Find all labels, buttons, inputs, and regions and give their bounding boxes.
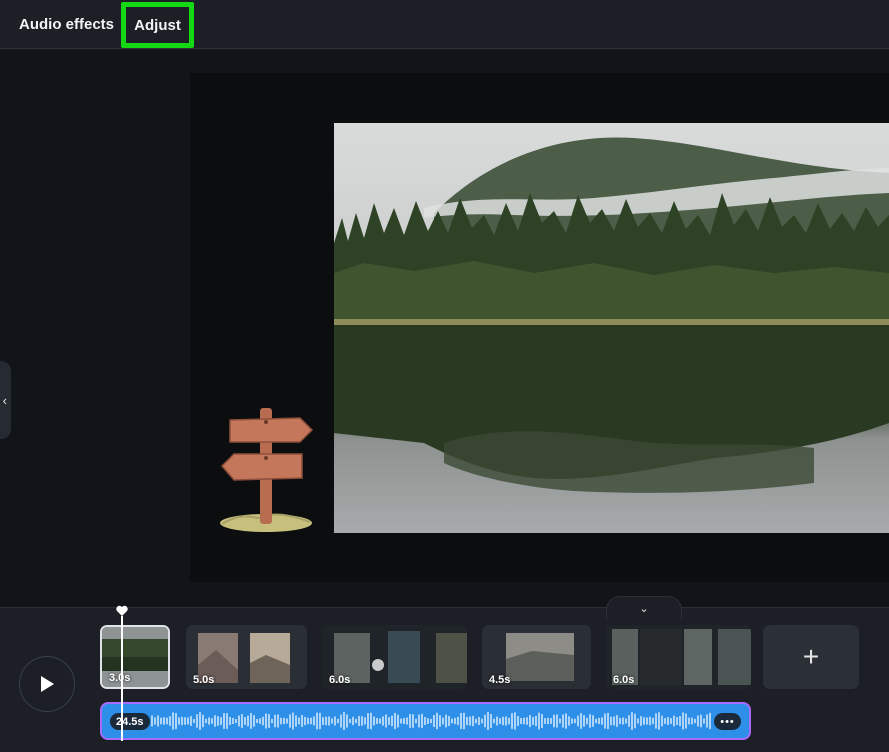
timeline-clip-2[interactable]: 5.0s	[186, 625, 307, 689]
playhead-handle[interactable]	[116, 605, 128, 617]
lake-forest-photo[interactable]	[334, 123, 889, 533]
audio-track[interactable]: 24.5s •••	[100, 702, 751, 740]
clip-duration: 5.0s	[193, 674, 215, 686]
audio-duration: 24.5s	[110, 713, 150, 730]
collapse-timeline-button[interactable]: ⌄	[606, 596, 682, 620]
playhead[interactable]	[121, 616, 123, 741]
add-clip-button[interactable]: +	[763, 625, 859, 689]
play-button[interactable]	[19, 656, 75, 712]
clip-duration: 6.0s	[613, 674, 635, 686]
signpost-sticker[interactable]	[218, 406, 314, 534]
side-panel-toggle[interactable]: ‹	[0, 361, 11, 439]
timeline-clip-3[interactable]: 6.0s	[322, 625, 467, 689]
editor-workspace: ‹	[0, 50, 889, 607]
chevron-left-icon: ‹	[2, 392, 7, 408]
chevron-down-icon: ⌄	[639, 603, 649, 615]
tab-adjust[interactable]: Adjust	[121, 2, 194, 48]
clip-duration: 3.0s	[109, 672, 131, 684]
top-toolbar: Audio effects Adjust	[0, 0, 889, 49]
tab-audio-effects[interactable]: Audio effects	[19, 0, 114, 49]
timeline-clip-4[interactable]: 4.5s	[482, 625, 591, 689]
audio-waveform	[151, 712, 711, 730]
timeline-panel: ⌄ 3.0s 5.0s 6.0s 4.5s 6.0s + 24.5s •••	[0, 596, 889, 752]
timeline-clip-1[interactable]: 3.0s	[100, 625, 170, 689]
design-canvas[interactable]	[190, 73, 889, 582]
timeline-clip-5[interactable]: 6.0s	[606, 625, 751, 689]
audio-more-button[interactable]: •••	[714, 713, 741, 730]
clip-duration: 4.5s	[489, 674, 511, 686]
play-icon	[41, 676, 54, 692]
clip-duration: 6.0s	[329, 674, 351, 686]
